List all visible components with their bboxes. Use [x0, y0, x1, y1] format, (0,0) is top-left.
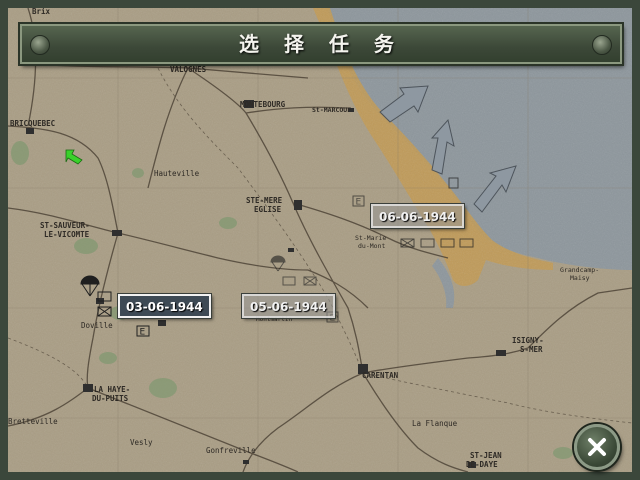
- town-label-hauteville: Hauteville: [154, 169, 200, 178]
- town-label-st-jean-2: DE-DAYE: [466, 460, 498, 469]
- town-label-la-flanque: La Flanque: [412, 419, 458, 428]
- town-label-st-marie-1: St-Marie: [355, 234, 386, 242]
- town-label-valognes: VALOGNES: [170, 65, 207, 74]
- town-label-grandcamp-1: Grandcamp-: [560, 266, 599, 274]
- town-label-gonfreville: Gonfreville: [206, 446, 256, 455]
- mission-button-06-06-1944[interactable]: 06-06-1944: [371, 204, 464, 228]
- town-label-st-marie-2: du-Mont: [358, 242, 385, 250]
- close-icon: [588, 438, 606, 456]
- town-label-st-sauveur-1: ST-SAUVEUR-: [40, 221, 90, 230]
- mission-button-03-06-1944[interactable]: 03-06-1944: [118, 294, 211, 318]
- town-label-st-jean-1: ST-JEAN: [470, 451, 502, 460]
- town-label-isigny-1: ISIGNY-: [512, 336, 544, 345]
- title-bar: 选 择 任 务: [20, 24, 622, 64]
- town-label-doville: Doville: [81, 321, 113, 330]
- town-label-grandcamp-2: Maisy: [570, 274, 590, 282]
- town-label-la-haye-1: LA HAYE-: [94, 385, 130, 394]
- svg-text:E: E: [356, 198, 362, 208]
- town-label-st-sauveur-2: LE-VICOMTE: [44, 230, 90, 239]
- close-button[interactable]: [574, 424, 620, 470]
- town-label-carentan: CARENTAN: [362, 371, 399, 380]
- svg-text:E: E: [140, 328, 146, 338]
- town-label-st-marcouf: St-MARCOUF: [312, 106, 351, 114]
- town-label-brix: Brix: [32, 8, 51, 16]
- campaign-map: Brix VALOGNES BRICQUEBEC MONTEBOURG St-M…: [8, 8, 632, 472]
- mission-button-05-06-1944[interactable]: 05-06-1944: [242, 294, 335, 318]
- page-title: 选 择 任 务: [239, 32, 403, 56]
- town-label-vesly: Vesly: [130, 438, 153, 447]
- town-label-bricquebec: BRICQUEBEC: [10, 119, 55, 128]
- town-label-isigny-2: S-MER: [520, 345, 543, 354]
- town-label-ste-mere-1: STE-MERE: [246, 196, 283, 205]
- town-label-la-haye-2: DU-PUITS: [92, 394, 129, 403]
- town-label-montebourg: MONTEBOURG: [240, 100, 286, 109]
- town-label-ste-mere-2: EGLISE: [254, 205, 282, 214]
- town-label-bretteville: Bretteville: [8, 417, 58, 426]
